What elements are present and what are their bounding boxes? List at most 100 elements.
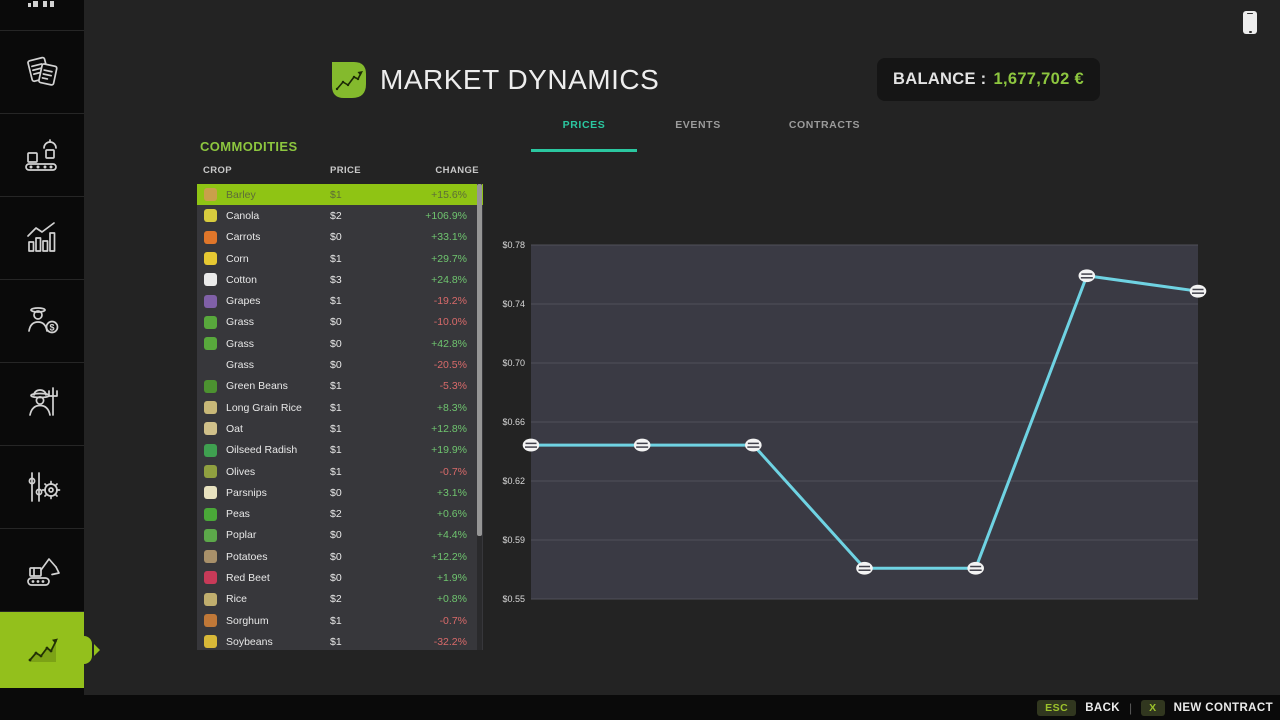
canola-icon [204,209,217,222]
production-icon [20,133,64,177]
new-contract-button[interactable]: NEW CONTRACT [1174,702,1273,714]
commodity-row[interactable]: Parsnips$0+3.1% [197,482,483,503]
column-header-price: PRICE [330,165,361,176]
crop-name: Parsnips [226,487,330,499]
crop-name: Soybeans [226,636,330,648]
crop-price: $0 [330,316,410,328]
sidebar-item-documents[interactable] [0,31,84,114]
statistics-icon [20,216,64,260]
tab-events[interactable]: EVENTS [652,119,744,131]
commodity-row[interactable]: Corn$1+29.7% [197,248,483,269]
y-axis-label: $0.55 [487,594,525,605]
crop-change: +1.9% [410,572,483,584]
commodity-row[interactable]: Carrots$0+33.1% [197,227,483,248]
esc-key-button[interactable]: ESC [1037,700,1076,716]
crop-price: $1 [330,380,410,392]
commodity-row[interactable]: Rice$2+0.8% [197,589,483,610]
crop-name: Long Grain Rice [226,402,330,414]
sidebar-item-map[interactable] [0,0,84,31]
commodity-row[interactable]: Oilseed Radish$1+19.9% [197,440,483,461]
commodity-row[interactable]: Cotton$3+24.8% [197,269,483,290]
sidebar-item-market-dynamics[interactable] [0,612,84,688]
poplar-icon [204,529,217,542]
crop-price: $1 [330,636,410,648]
sidebar-item-sales[interactable]: $ [0,280,84,363]
table-scrollbar[interactable] [477,184,482,650]
commodity-row[interactable]: Grapes$1-19.2% [197,290,483,311]
commodity-row[interactable]: Grass$0+42.8% [197,333,483,354]
crop-name: Oat [226,423,330,435]
commodity-row[interactable]: Olives$1-0.7% [197,461,483,482]
commodity-row[interactable]: Barley$1+15.6% [197,184,483,205]
commodity-row[interactable]: Canola$2+106.9% [197,205,483,226]
crop-change: +106.9% [410,210,483,222]
table-scrollbar-thumb[interactable] [477,184,482,536]
crop-price: $0 [330,487,410,499]
crop-change: +12.8% [410,423,483,435]
balance-display: BALANCE : 1,677,702 € [877,58,1100,101]
crop-name: Sorghum [226,615,330,627]
active-item-arrow-icon [94,644,100,656]
crop-change: +42.8% [410,338,483,350]
crop-name: Grass [226,338,330,350]
crop-change: +8.3% [410,402,483,414]
excavator-icon [20,548,64,592]
crop-price: $0 [330,551,410,563]
crop-change: +33.1% [410,231,483,243]
back-button[interactable]: BACK [1085,702,1120,714]
sidebar-item-construction[interactable] [0,529,84,612]
crop-change: +12.2% [410,551,483,563]
balance-label: BALANCE : [893,70,986,89]
commodity-row[interactable]: Sorghum$1-0.7% [197,610,483,631]
crop-change: -0.7% [410,466,483,478]
svg-text:$: $ [49,323,54,333]
sidebar-item-farmer[interactable] [0,363,84,446]
commodity-row[interactable]: Grass$0-20.5% [197,354,483,375]
crop-price: $3 [330,274,410,286]
grass-icon [204,337,217,350]
commodity-row[interactable]: Soybeans$1-32.2% [197,631,483,650]
crop-price: $1 [330,466,410,478]
sidebar-item-production[interactable] [0,114,84,197]
commodity-row[interactable]: Green Beans$1-5.3% [197,376,483,397]
potatoes-icon [204,550,217,563]
commodity-row[interactable]: Grass$0-10.0% [197,312,483,333]
x-key-button[interactable]: X [1141,700,1165,716]
crop-price: $1 [330,615,410,627]
oilseed-radish-icon [204,444,217,457]
commodity-row[interactable]: Poplar$0+4.4% [197,525,483,546]
commodity-row[interactable]: Long Grain Rice$1+8.3% [197,397,483,418]
commodity-row[interactable]: Peas$2+0.6% [197,503,483,524]
oat-icon [204,422,217,435]
peas-icon [204,508,217,521]
crop-price: $2 [330,593,410,605]
long-grain-rice-icon [204,401,217,414]
crop-name: Potatoes [226,551,330,563]
map-icon [20,0,64,18]
rice-icon [204,593,217,606]
sidebar-item-statistics[interactable] [0,197,84,280]
sidebar-item-settings[interactable] [0,446,84,529]
crop-name: Poplar [226,529,330,541]
crop-change: +24.8% [410,274,483,286]
crop-price: $1 [330,295,410,307]
y-axis-label: $0.59 [487,535,525,546]
commodity-row[interactable]: Red Beet$0+1.9% [197,567,483,588]
tab-prices[interactable]: PRICES [531,119,637,131]
crop-change: +0.8% [410,593,483,605]
crop-name: Barley [226,189,330,201]
crop-price: $0 [330,231,410,243]
crop-price: $0 [330,338,410,350]
crop-name: Grass [226,316,330,328]
commodity-row[interactable]: Potatoes$0+12.2% [197,546,483,567]
crop-name: Oilseed Radish [226,444,330,456]
crop-price: $1 [330,444,410,456]
crop-name: Carrots [226,231,330,243]
crop-name: Rice [226,593,330,605]
corn-icon [204,252,217,265]
crop-price: $1 [330,402,410,414]
tab-contracts[interactable]: CONTRACTS [777,119,872,131]
crop-price: $2 [330,508,410,520]
commodity-row[interactable]: Oat$1+12.8% [197,418,483,439]
crop-change: +4.4% [410,529,483,541]
